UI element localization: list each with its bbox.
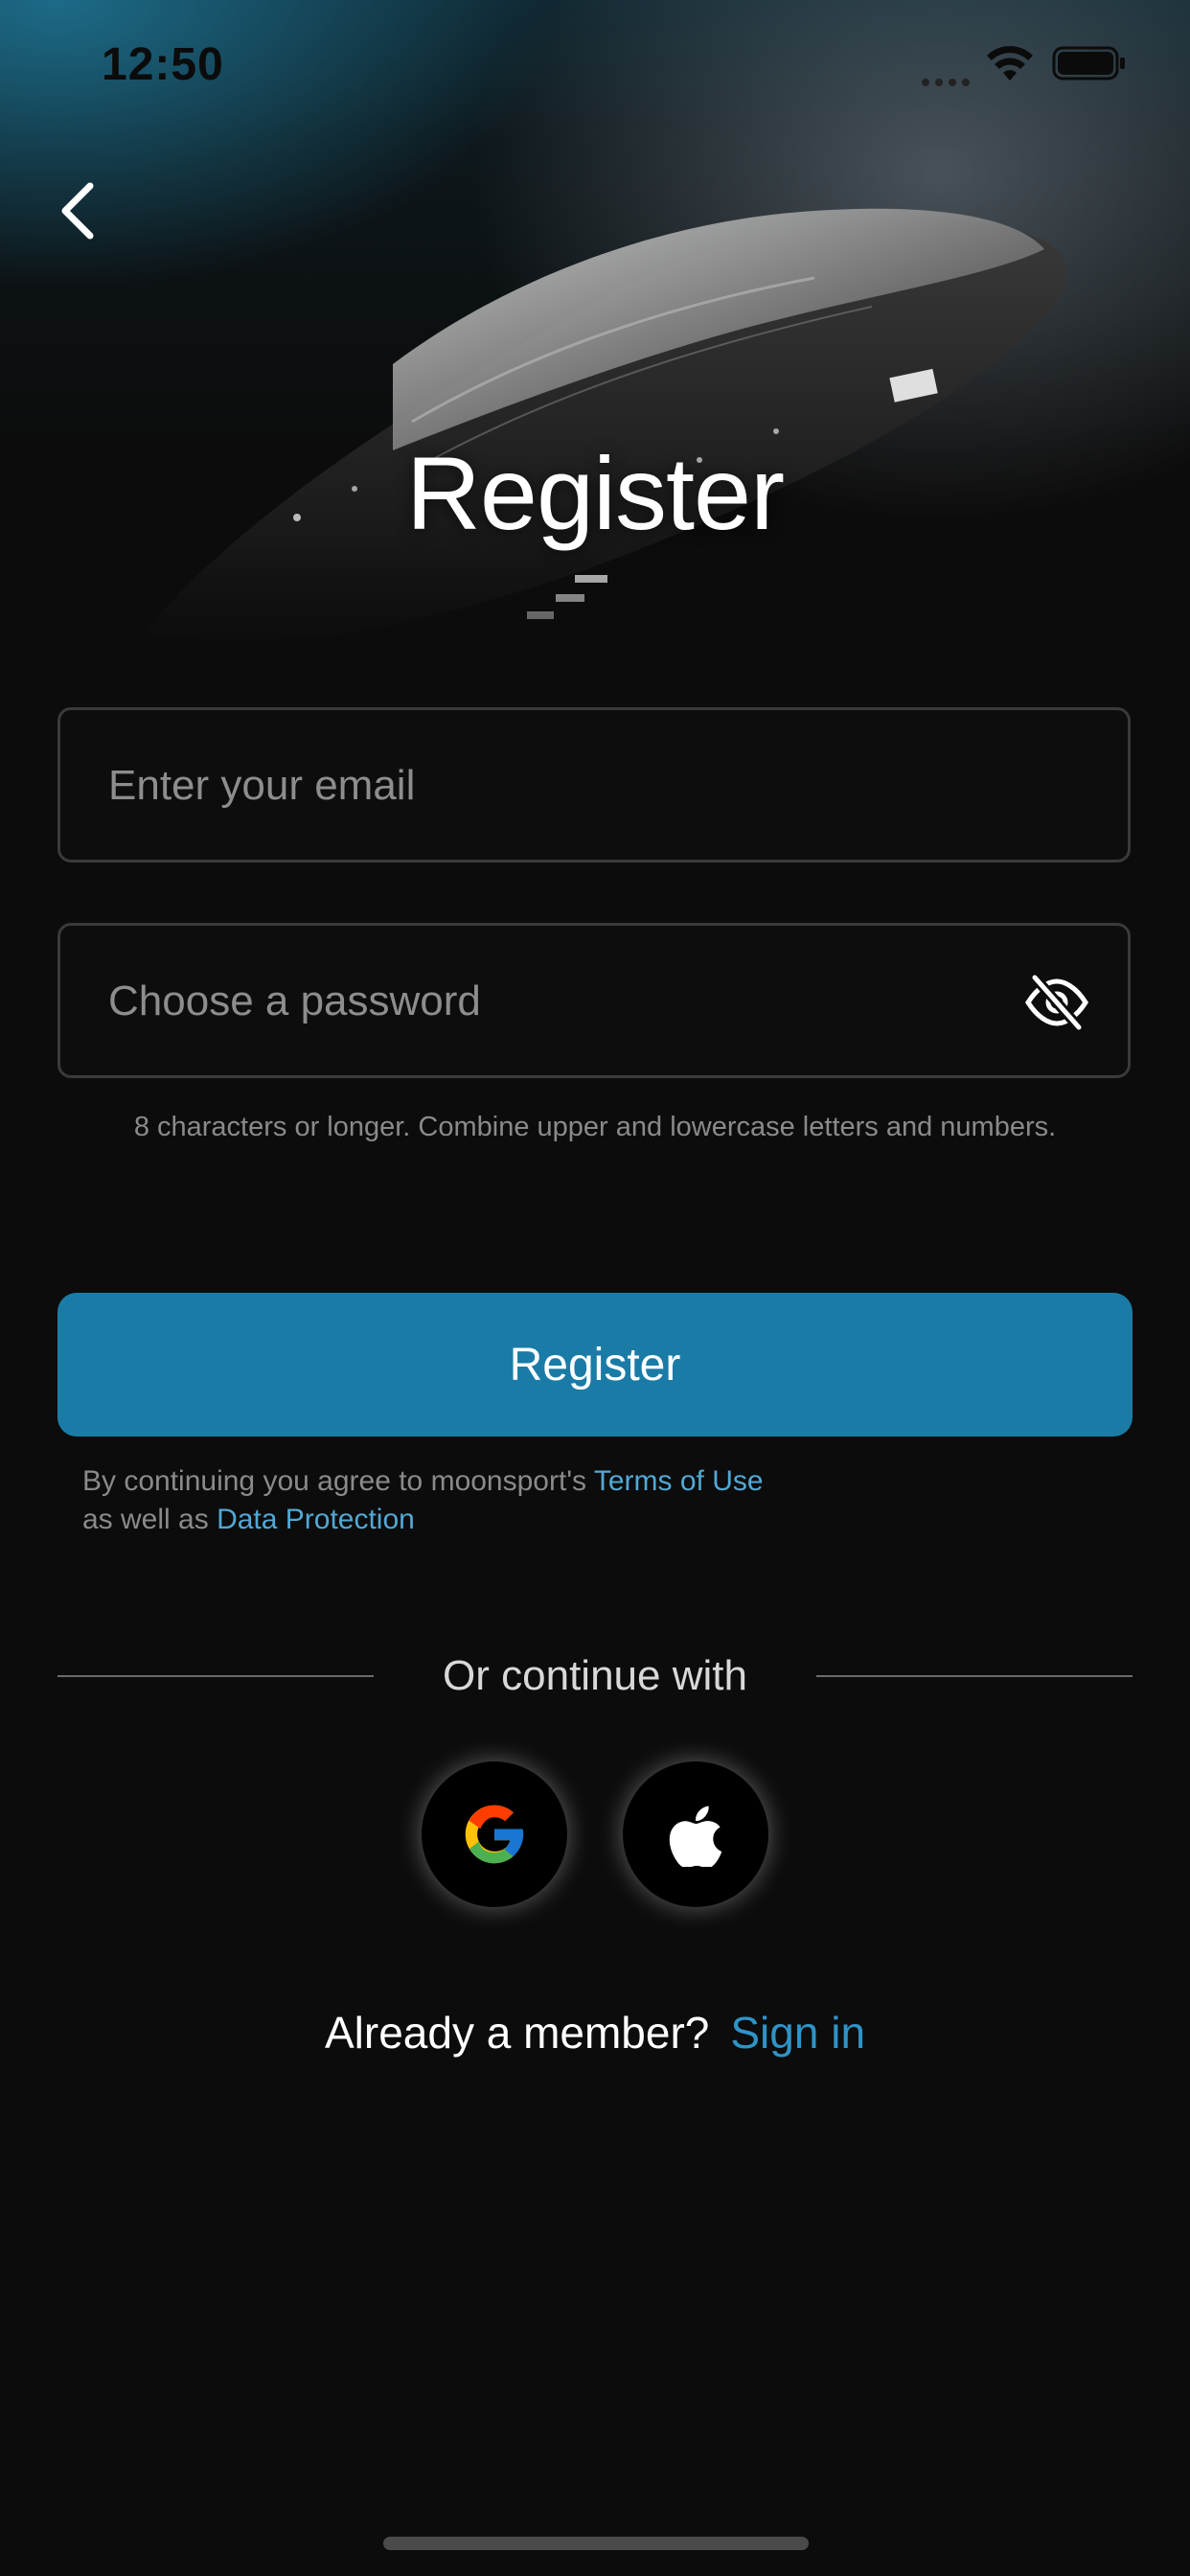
google-signin-button[interactable] [422, 1761, 567, 1907]
status-time: 12:50 [102, 39, 224, 90]
password-input[interactable] [106, 926, 973, 1077]
status-bar: 12:50 [0, 0, 1190, 134]
legal-prefix: By continuing you agree to moonsport's [82, 1465, 587, 1497]
register-button[interactable]: Register [57, 1293, 1133, 1437]
register-button-label: Register [509, 1339, 681, 1391]
email-input[interactable] [106, 710, 973, 862]
password-field[interactable] [57, 923, 1131, 1078]
password-visibility-toggle[interactable] [1018, 964, 1095, 1041]
legal-line-1: By continuing you agree to moonsport's T… [82, 1462, 1041, 1501]
google-icon [465, 1805, 524, 1864]
register-screen: 12:50 Register Enter your email 8 charac… [0, 0, 1190, 2576]
page-title: Register [405, 435, 785, 551]
password-hint: 8 characters or longer. Combine upper an… [133, 1112, 1057, 1142]
wifi-icon [987, 46, 1033, 80]
signin-link[interactable]: Sign in [730, 2008, 865, 2058]
legal-middle: as well as [82, 1504, 209, 1535]
email-field[interactable] [57, 707, 1131, 862]
apple-icon [669, 1806, 722, 1867]
cellular-signal-icon [922, 79, 970, 86]
terms-of-use-link[interactable]: Terms of Use [594, 1465, 764, 1497]
divider-line-right [816, 1675, 1133, 1677]
legal-notice: By continuing you agree to moonsport's T… [82, 1462, 1041, 1539]
apple-signin-button[interactable] [623, 1761, 768, 1907]
back-button[interactable] [48, 172, 105, 249]
eye-slash-icon [1025, 974, 1088, 1031]
chevron-left-icon [61, 182, 94, 240]
signin-row: Already a member? Sign in [0, 2007, 1190, 2058]
legal-line-2: as well as Data Protection [82, 1501, 1041, 1539]
home-indicator [383, 2537, 809, 2550]
battery-icon [1052, 46, 1125, 80]
signin-prompt: Already a member? [324, 2008, 710, 2058]
data-protection-link[interactable]: Data Protection [217, 1504, 415, 1535]
social-divider: Or continue with [57, 1648, 1133, 1706]
